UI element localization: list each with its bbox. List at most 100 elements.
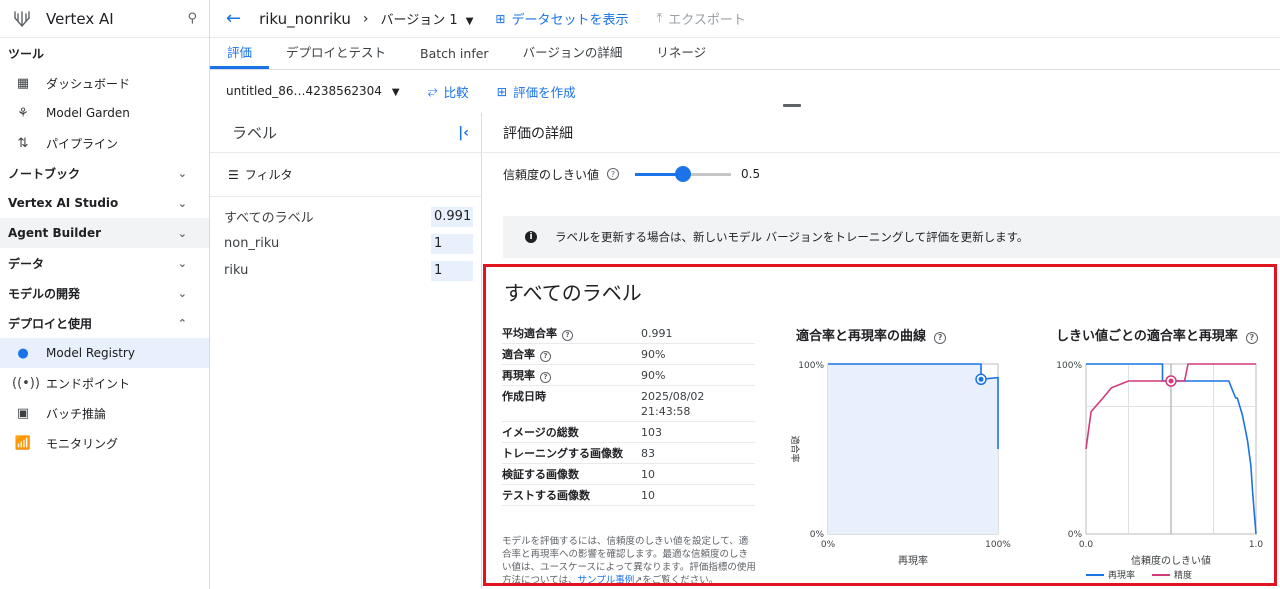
- sidebar-section-deploy[interactable]: デプロイと使用 ⌃: [0, 308, 209, 338]
- x-tick-label: 100%: [985, 540, 1011, 550]
- sidebar-item-endpoints[interactable]: ((•)) エンドポイント: [0, 368, 209, 398]
- section-label: モデルの開発: [8, 286, 81, 301]
- tab-deploy-test[interactable]: デプロイとテスト: [269, 42, 403, 69]
- version-label: バージョン 1: [380, 13, 458, 28]
- help-icon[interactable]: ?: [562, 330, 573, 341]
- bulb-icon: ●: [17, 345, 29, 361]
- metric-value: 103: [641, 426, 662, 439]
- x-axis-label: 信頼度のしきい値: [1131, 554, 1211, 567]
- metric-key-text: イメージの総数: [502, 426, 579, 439]
- section-label: ツール: [8, 46, 45, 61]
- metric-key: 平均適合率?: [502, 326, 641, 341]
- threshold-slider[interactable]: [635, 166, 732, 182]
- model-name: riku_nonriku: [259, 9, 351, 28]
- sidebar-item-monitoring[interactable]: 📶 モニタリング: [0, 428, 209, 458]
- sidebar-item-dashboard[interactable]: ▦ ダッシュボード: [0, 68, 209, 98]
- tab-batch-infer[interactable]: Batch infer: [403, 46, 506, 69]
- label-name: riku: [224, 263, 249, 278]
- sidebar-section-tools: ツール: [0, 38, 209, 68]
- sidebar-section-agent-builder[interactable]: Agent Builder ⌄: [0, 218, 209, 248]
- version-selector[interactable]: バージョン 1 ▼: [381, 9, 474, 28]
- sample-link[interactable]: サンプル事例: [578, 575, 635, 583]
- pin-icon[interactable]: ⚲: [187, 11, 197, 26]
- compare-button[interactable]: ⥂ 比較: [428, 82, 469, 101]
- evaluation-selector[interactable]: untitled_86…4238562304 ▼: [226, 84, 400, 98]
- sidebar-section-model-dev[interactable]: モデルの開発 ⌄: [0, 278, 209, 308]
- labels-panel: ラベル |‹ ☰ フィルタ すべてのラベル 0.991 non_riku 1 rik…: [210, 113, 482, 589]
- label-value: 1: [431, 233, 473, 254]
- section-label: ノートブック: [8, 166, 81, 181]
- section-label: Agent Builder: [8, 226, 102, 240]
- metric-key: イメージの総数: [502, 425, 641, 440]
- label-value: 0.991: [431, 206, 473, 227]
- sidebar-section-notebooks[interactable]: ノートブック ⌄: [0, 158, 209, 188]
- filter-bar[interactable]: ☰ フィルタ: [210, 153, 481, 197]
- sidebar-item-label: Model Garden: [46, 106, 130, 120]
- sidebar-header: Vertex AI ⚲: [0, 0, 209, 38]
- product-title: Vertex AI: [46, 9, 114, 28]
- info-text: ラベルを更新する場合は、新しいモデル バージョンをトレーニングして評価を更新しま…: [555, 230, 1029, 244]
- summary-title: すべてのラベル: [504, 281, 642, 305]
- sidebar-section-data[interactable]: データ ⌄: [0, 248, 209, 278]
- metric-key-text: 適合率: [502, 348, 535, 361]
- pr-curve-chart: 100% 0%0% 100% 再現率 適合率: [789, 361, 1011, 567]
- help-icon[interactable]: ?: [540, 351, 551, 362]
- slider-thumb[interactable]: [675, 166, 692, 182]
- chevron-down-icon: ⌄: [177, 166, 187, 180]
- chevron-down-icon: ⌄: [177, 256, 187, 270]
- export-button[interactable]: ⤒ エクスポート: [656, 9, 745, 28]
- metric-key-text: 検証する画像数: [502, 468, 579, 481]
- sidebar-item-pipelines[interactable]: ⇅ パイプライン: [0, 128, 209, 158]
- y-tick-label: 100%: [1056, 361, 1082, 371]
- label-row[interactable]: riku 1: [210, 257, 481, 284]
- threshold-marker-dot: [1168, 378, 1174, 384]
- view-dataset-label: データセットを表示: [511, 13, 629, 28]
- help-icon[interactable]: ?: [934, 331, 947, 344]
- pipeline-icon: ⇅: [17, 135, 29, 151]
- filter-icon: ☰: [228, 167, 239, 182]
- threshold-label: 信頼度のしきい値: [503, 167, 600, 182]
- legend-label: 再現率: [1108, 569, 1135, 581]
- create-evaluation-button[interactable]: ⊞ 評価を作成: [497, 82, 576, 101]
- sidebar-item-label: Model Registry: [46, 346, 135, 360]
- metric-row: 検証する画像数 10: [502, 464, 755, 485]
- threshold-chart-title: しきい値ごとの適合率と再現率?: [1056, 325, 1258, 344]
- tab-evaluate[interactable]: 評価: [210, 42, 270, 69]
- help-icon[interactable]: ?: [1245, 331, 1258, 344]
- metric-key: トレーニングする画像数: [502, 446, 641, 461]
- resize-handle[interactable]: [783, 104, 801, 107]
- label-row[interactable]: すべてのラベル 0.991: [210, 203, 481, 230]
- metric-value: 90%: [641, 348, 666, 361]
- top-bar: ← riku_nonriku › バージョン 1 ▼ ⊞ データセットを表示 ⤒ エク…: [210, 0, 1280, 38]
- label-value: 1: [431, 260, 473, 281]
- sidebar-item-label: エンドポイント: [46, 376, 131, 391]
- info-icon: i: [525, 231, 537, 243]
- sidebar-item-label: パイプライン: [46, 136, 119, 151]
- sidebar-section-studio[interactable]: Vertex AI Studio ⌄: [0, 188, 209, 218]
- tab-version-details[interactable]: バージョンの詳細: [506, 42, 640, 69]
- sidebar-item-batch[interactable]: ▣ バッチ推論: [0, 398, 209, 428]
- metrics-table: 平均適合率? 0.991 適合率? 90% 再現率? 90% 作成日時 2025/08/02 …: [502, 323, 755, 506]
- collapse-panel-icon[interactable]: |‹: [458, 125, 469, 141]
- label-row[interactable]: non_riku 1: [210, 230, 481, 257]
- back-arrow-icon[interactable]: ←: [226, 8, 241, 29]
- info-banner: i ラベルを更新する場合は、新しいモデル バージョンをトレーニングして評価を更新…: [503, 216, 1280, 258]
- section-label: Vertex AI Studio: [8, 196, 119, 210]
- metric-row: テストする画像数 10: [502, 485, 755, 506]
- metric-key-text: 再現率: [502, 369, 535, 382]
- x-tick-label: 0.0: [1079, 540, 1094, 550]
- sprout-icon: ⚘: [17, 105, 29, 121]
- chart-icon: 📶: [14, 435, 32, 451]
- x-tick-label: 0%: [821, 540, 836, 550]
- chevron-down-icon: ⌄: [177, 226, 187, 240]
- sidebar-item-model-garden[interactable]: ⚘ Model Garden: [0, 98, 209, 128]
- tab-lineage[interactable]: リネージ: [639, 42, 723, 69]
- metric-key: 適合率?: [502, 347, 641, 362]
- sidebar-item-model-registry[interactable]: ● Model Registry: [0, 338, 209, 368]
- view-dataset-link[interactable]: ⊞ データセットを表示: [495, 9, 629, 29]
- chevron-down-icon: ⌄: [177, 286, 187, 300]
- metric-key: 再現率?: [502, 368, 641, 383]
- compare-label: 比較: [443, 84, 469, 100]
- help-icon[interactable]: ?: [607, 168, 620, 180]
- help-icon[interactable]: ?: [540, 372, 551, 383]
